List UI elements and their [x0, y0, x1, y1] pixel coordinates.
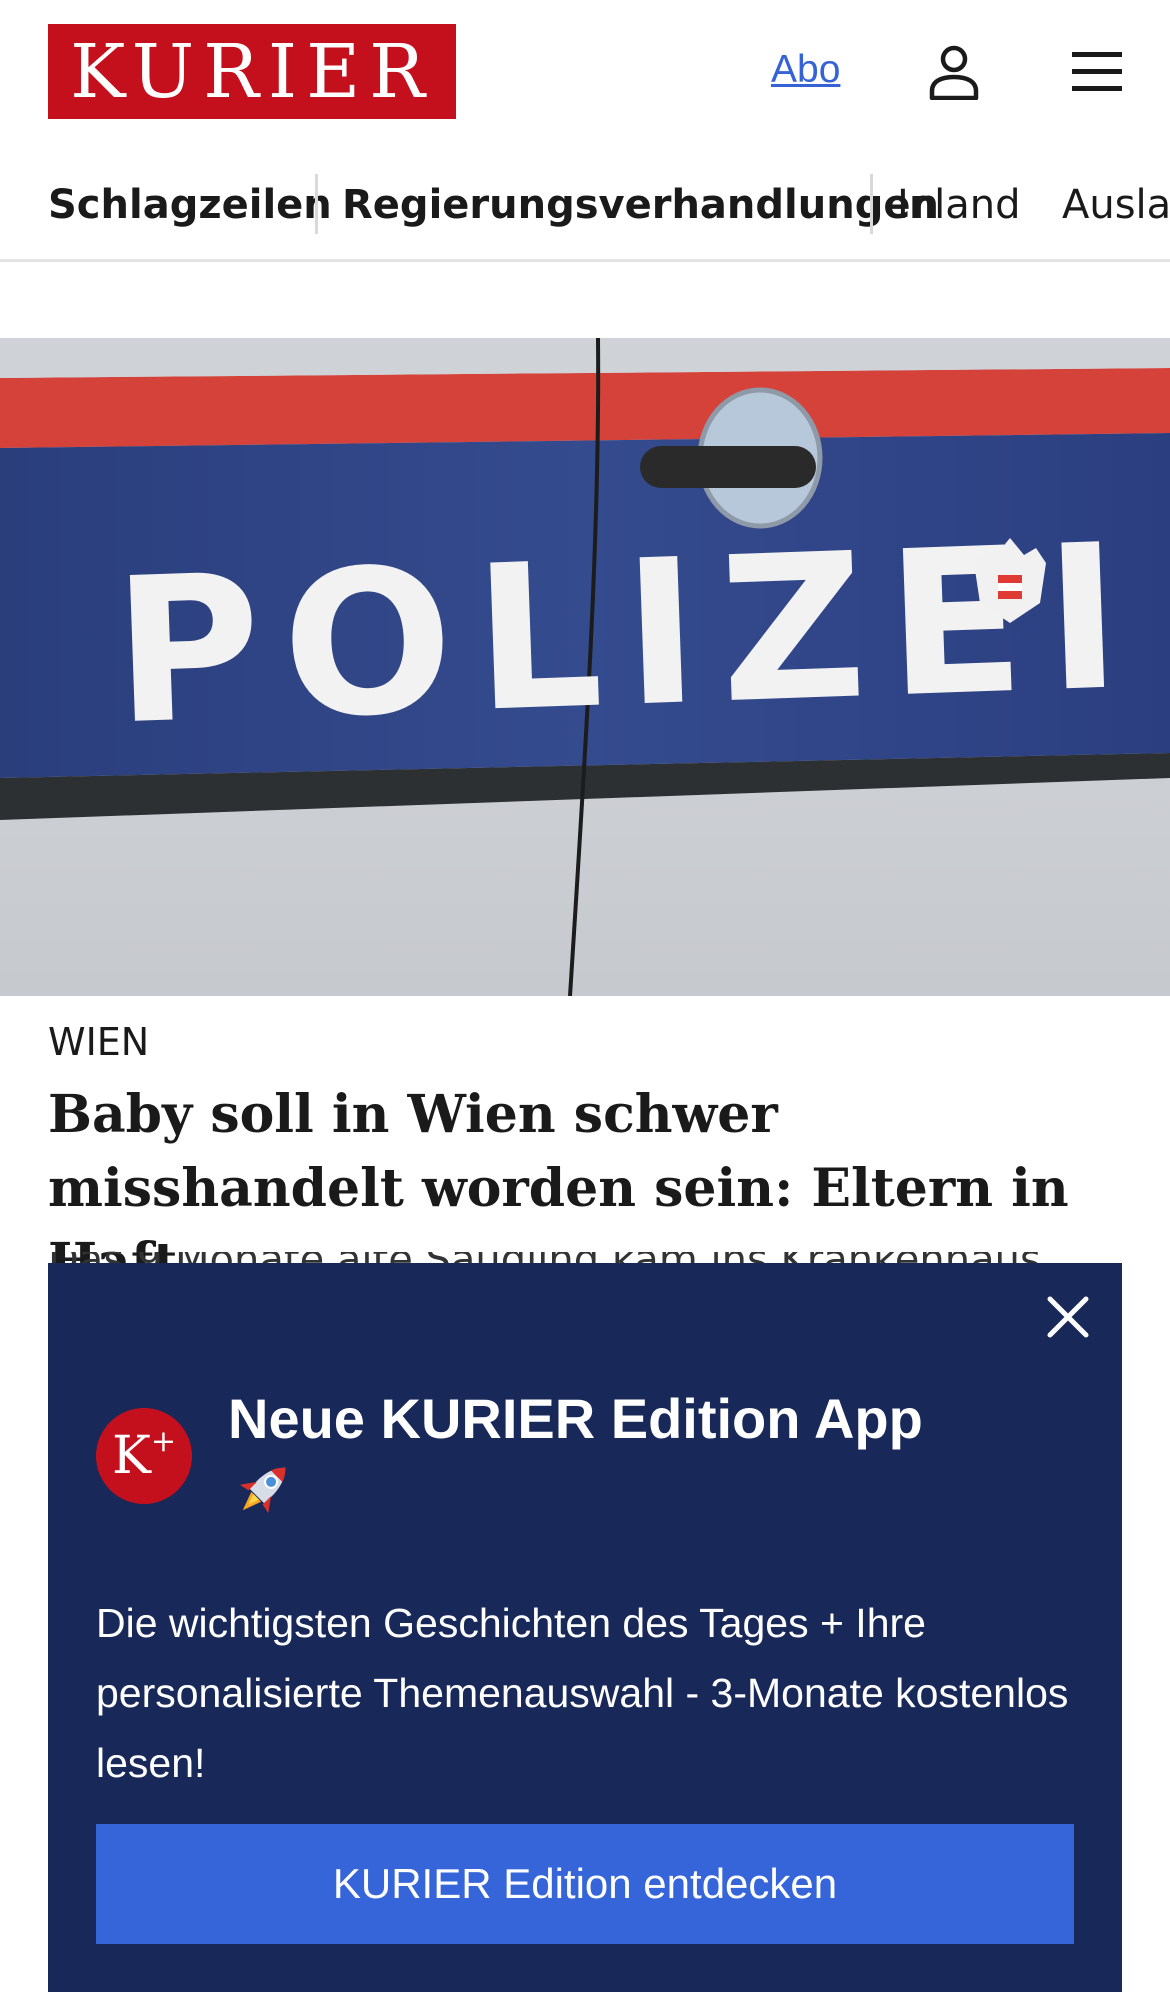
nav-item-inland[interactable]: Inland — [897, 182, 1021, 228]
hero-image[interactable]: POLIZEI — [0, 338, 1170, 996]
nav-divider — [315, 174, 318, 234]
promo-title: Neue KURIER Edition App — [228, 1385, 1028, 1525]
logo-text: KURIER — [70, 28, 434, 115]
hamburger-menu-icon[interactable] — [1072, 50, 1122, 94]
app-promo-dialog: K + Neue KURIER Edition App Die wichtigs… — [48, 1263, 1122, 1992]
hero-vehicle-text: POLIZEI — [110, 501, 1146, 770]
kurier-logo[interactable]: KURIER — [48, 24, 456, 119]
article-category[interactable]: WIEN — [48, 1020, 149, 1064]
rocket-icon — [239, 1467, 286, 1514]
discover-edition-button[interactable]: KURIER Edition entdecken — [96, 1824, 1074, 1944]
site-header: KURIER Abo — [0, 0, 1170, 144]
nav-item-regierungsverhandlungen[interactable]: Regierungsverhandlungen — [342, 182, 939, 228]
nav-divider — [870, 174, 873, 234]
abo-link[interactable]: Abo — [771, 48, 840, 92]
user-icon[interactable] — [928, 44, 980, 100]
nav-item-ausland[interactable]: Ausland — [1062, 182, 1170, 228]
close-icon[interactable] — [1040, 1289, 1096, 1345]
kplus-plus: + — [150, 1424, 176, 1459]
kplus-letter: K — [112, 1426, 151, 1486]
kurier-plus-logo: K + — [96, 1408, 192, 1504]
promo-description: Die wichtigsten Geschichten des Tages + … — [96, 1600, 1069, 1786]
promo-title-text: Neue KURIER Edition App — [228, 1387, 923, 1450]
section-nav: Schlagzeilen Regierungsverhandlungen Inl… — [0, 160, 1170, 262]
nav-item-schlagzeilen[interactable]: Schlagzeilen — [48, 182, 332, 228]
police-car-photo: POLIZEI — [0, 338, 1170, 996]
